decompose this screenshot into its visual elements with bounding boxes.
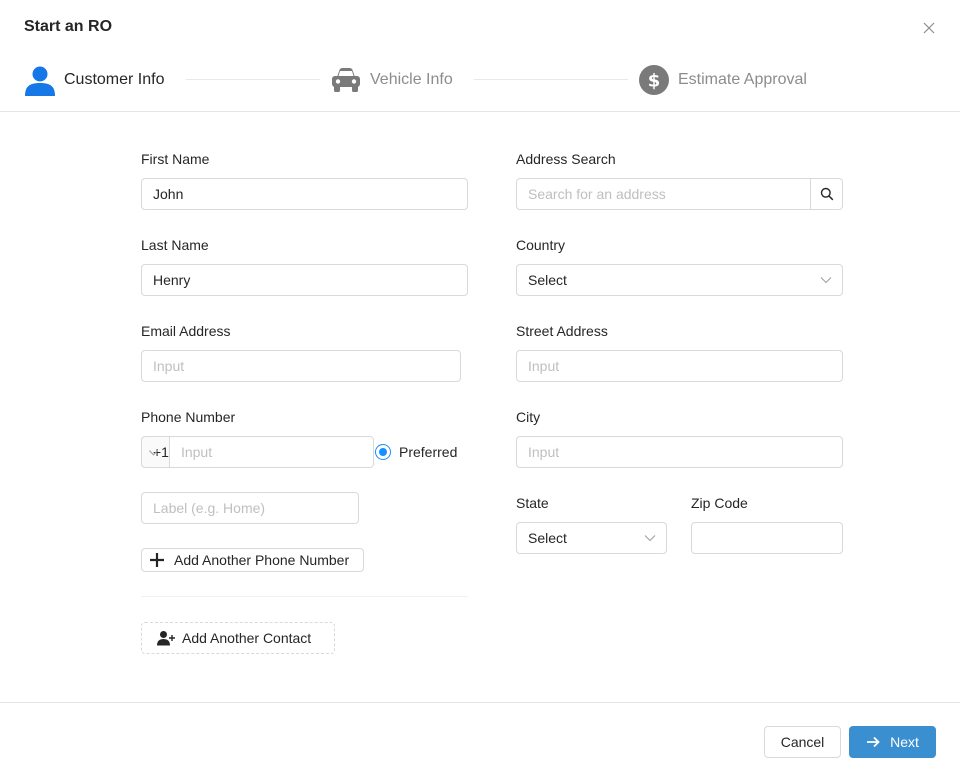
first-name-input[interactable] [141,178,468,210]
email-label: Email Address [141,323,231,339]
chevron-down-icon [148,450,158,456]
zip-input[interactable] [691,522,843,554]
street-input[interactable] [516,350,843,382]
address-search-input[interactable] [516,178,811,210]
step-estimate-approval[interactable]: $ Estimate Approval [638,62,807,98]
plus-icon [150,553,164,567]
close-button[interactable] [920,19,938,37]
state-value: Select [528,530,567,546]
step-customer-info[interactable]: Customer Info [24,62,164,98]
phone-number-input[interactable] [169,436,374,468]
user-plus-icon [157,631,175,646]
city-label: City [516,409,541,425]
first-name-label: First Name [141,151,210,167]
country-select[interactable]: Select [516,264,843,296]
cancel-button[interactable]: Cancel [764,726,841,758]
last-name-input[interactable] [141,264,468,296]
header-divider [0,111,960,112]
radio-circle [375,444,391,460]
chevron-down-icon [820,277,832,284]
step-vehicle-info[interactable]: Vehicle Info [330,62,453,98]
phone-input-group: +1 [141,436,374,468]
next-button[interactable]: Next [849,726,936,758]
step-label: Estimate Approval [678,71,807,88]
dollar-icon: $ [638,64,670,96]
state-select[interactable]: Select [516,522,667,554]
country-code-select[interactable]: +1 [141,436,170,468]
email-input[interactable] [141,350,461,382]
contact-divider [141,596,468,597]
address-search-button[interactable] [811,178,843,210]
svg-text:$: $ [648,71,661,92]
last-name-label: Last Name [141,237,209,253]
modal-title: Start an RO [24,18,113,35]
add-phone-button[interactable]: Add Another Phone Number [141,548,364,572]
add-contact-label: Add Another Contact [182,630,312,646]
phone-label-input[interactable] [141,492,359,524]
address-search-label: Address Search [516,151,616,167]
steps-bar: Customer Info Vehicle Info $ Estimate Ap… [24,62,844,98]
arrow-right-icon [867,736,880,748]
zip-label: Zip Code [691,495,748,511]
footer-divider [0,702,960,703]
phone-label: Phone Number [141,409,236,425]
next-label: Next [890,734,919,750]
step-label: Vehicle Info [370,71,453,88]
search-icon [820,187,833,201]
country-label: Country [516,237,566,253]
user-icon [24,64,56,96]
step-label: Customer Info [64,71,165,88]
step-connector [186,79,320,80]
close-icon [923,22,935,34]
chevron-down-icon [644,535,656,542]
country-value: Select [528,272,567,288]
preferred-label: Preferred [399,444,458,460]
step-connector [474,79,628,80]
address-search-group [516,178,843,210]
city-input[interactable] [516,436,843,468]
preferred-radio[interactable]: Preferred [375,444,457,460]
add-contact-button[interactable]: Add Another Contact [141,622,335,654]
street-label: Street Address [516,323,608,339]
car-icon [330,64,362,96]
state-label: State [516,495,549,511]
add-phone-label: Add Another Phone Number [174,552,350,568]
